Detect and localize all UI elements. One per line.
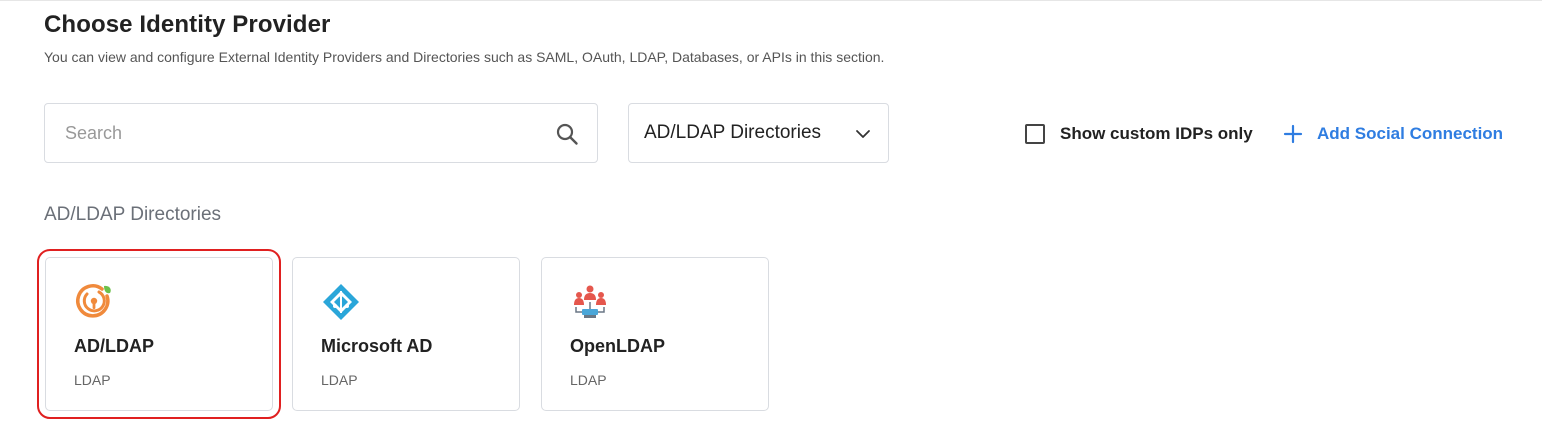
adldap-logo-icon <box>76 284 111 318</box>
search-box[interactable] <box>44 103 598 163</box>
top-divider <box>0 0 1542 1</box>
show-custom-idps-checkbox[interactable] <box>1025 124 1045 144</box>
openldap-logo-icon <box>574 285 606 318</box>
show-custom-idps-label: Show custom IDPs only <box>1060 124 1253 143</box>
page: Choose Identity Provider You can view an… <box>0 0 1542 438</box>
idp-card-microsoft-ad[interactable]: Microsoft AD LDAP <box>292 257 520 411</box>
show-custom-idps-toggle[interactable]: Show custom IDPs only <box>1025 122 1253 146</box>
idp-type-selected-value: AD/LDAP Directories <box>644 122 822 143</box>
idp-card-name: OpenLDAP <box>570 336 666 356</box>
page-title: Choose Identity Provider <box>44 11 331 38</box>
idp-card-adldap[interactable]: AD/LDAP LDAP <box>37 249 281 419</box>
add-social-connection-label: Add Social Connection <box>1317 124 1504 143</box>
idp-card-type: LDAP <box>321 372 358 388</box>
idp-card-name: Microsoft AD <box>321 336 433 356</box>
idp-card-name: AD/LDAP <box>74 336 154 356</box>
idp-card-type: LDAP <box>570 372 607 388</box>
idp-card-type: LDAP <box>74 372 111 388</box>
add-social-connection-button[interactable]: Add Social Connection <box>1283 122 1503 146</box>
idp-type-select[interactable]: AD/LDAP Directories <box>628 103 889 163</box>
page-subtitle: You can view and configure External Iden… <box>44 49 885 65</box>
idp-card-openldap[interactable]: OpenLDAP LDAP <box>541 257 769 411</box>
search-input[interactable] <box>45 104 545 162</box>
chevron-down-icon <box>856 130 870 138</box>
section-heading: AD/LDAP Directories <box>44 204 222 225</box>
plus-icon <box>1283 124 1303 144</box>
microsoft-ad-logo-icon <box>323 284 359 320</box>
search-icon[interactable] <box>555 122 579 146</box>
